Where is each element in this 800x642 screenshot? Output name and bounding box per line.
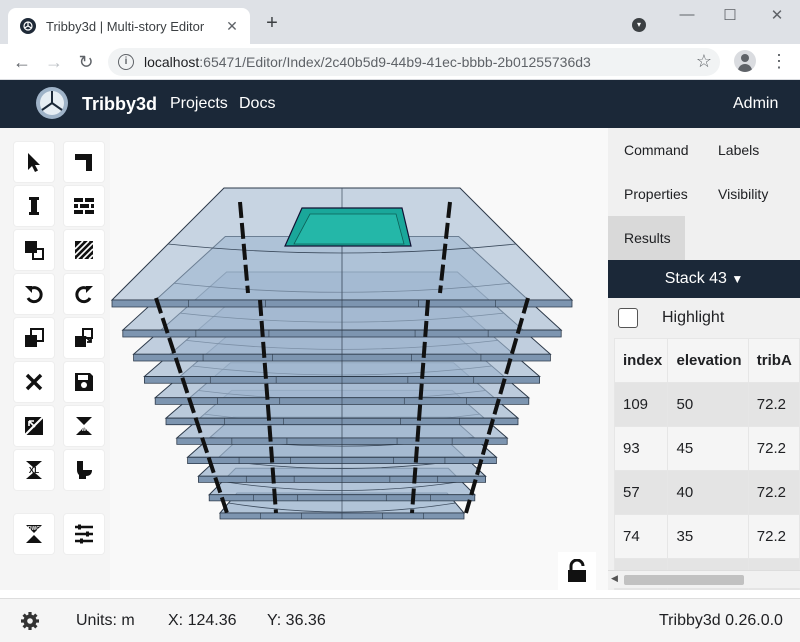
cell-elevation: 35 xyxy=(667,514,749,559)
hatch-icon[interactable] xyxy=(64,230,104,270)
column-header-elevation[interactable]: elevation xyxy=(667,338,749,383)
svg-text:DWG: DWG xyxy=(78,427,90,433)
table-row[interactable]: 57 40 72.2 xyxy=(613,470,800,515)
scrollbar-thumb[interactable] xyxy=(624,575,744,585)
redo-icon[interactable] xyxy=(64,274,104,314)
column-header-index[interactable]: index xyxy=(613,338,669,383)
highlight-toggle[interactable]: Highlight xyxy=(618,308,724,328)
3d-viewport[interactable] xyxy=(110,128,608,590)
caret-down-icon: ▼ xyxy=(731,272,744,286)
tab-search-icon[interactable]: ▾ xyxy=(632,18,646,32)
status-bar: Units: m X: 124.36 Y: 36.36 Tribby3d 0.2… xyxy=(0,598,800,642)
copy-icon[interactable] xyxy=(14,318,54,358)
view-lock-icon[interactable] xyxy=(558,552,596,590)
results-panel: Command Labels Properties Visibility Res… xyxy=(608,128,800,590)
cell-elevation: 45 xyxy=(667,426,749,471)
gear-icon[interactable] xyxy=(20,611,40,631)
version-label: Tribby3d 0.26.0.0 xyxy=(659,612,783,629)
tribby-logo-icon[interactable] xyxy=(34,85,70,121)
url-path: :65471/Editor/Index/2c40b5d9-44b9-41ec-b… xyxy=(199,54,591,70)
back-icon[interactable]: ← xyxy=(10,50,34,74)
svg-text:XL: XL xyxy=(29,466,39,475)
stack-label: Stack 43 xyxy=(664,270,727,287)
browser-tabbar: Tribby3d | Multi-story Editor ✕ + ▾ — ☐ … xyxy=(0,0,800,44)
address-bar[interactable]: i localhost:65471/Editor/Index/2c40b5d9-… xyxy=(108,48,720,76)
reload-icon[interactable]: ↻ xyxy=(74,50,98,74)
building-model[interactable] xyxy=(110,128,608,590)
table-row[interactable]: 109 50 72.2 xyxy=(613,382,800,427)
tab-title: Tribby3d | Multi-story Editor xyxy=(46,18,205,34)
brand-name[interactable]: Tribby3d xyxy=(82,94,157,115)
cell-index: 93 xyxy=(613,426,669,471)
cell-index: 74 xyxy=(613,514,669,559)
column-header-trib-area[interactable]: tribA xyxy=(747,338,800,383)
cell-elevation: 40 xyxy=(667,470,749,515)
cell-trib-area: 72.2 xyxy=(747,382,800,427)
scroll-left-icon[interactable]: ◀ xyxy=(611,573,618,584)
browser-menu-icon[interactable]: ⋮ xyxy=(770,50,788,72)
nav-projects[interactable]: Projects xyxy=(170,95,228,113)
highlight-label: Highlight xyxy=(662,309,725,326)
tab-close-icon[interactable]: ✕ xyxy=(222,16,242,36)
cell-elevation: 50 xyxy=(667,382,749,427)
nav-docs[interactable]: Docs xyxy=(239,95,275,113)
cell-trib-area: 72.2 xyxy=(747,470,800,515)
new-tab-button[interactable]: + xyxy=(262,13,282,34)
site-info-icon[interactable]: i xyxy=(118,54,134,70)
slab-icon[interactable] xyxy=(14,230,54,270)
column-icon[interactable] xyxy=(14,186,54,226)
results-table: index elevation tribA 109 50 72.2 93 45 72.2… xyxy=(613,338,800,590)
tab-visibility[interactable]: Visibility xyxy=(702,172,800,216)
paste-icon[interactable] xyxy=(64,318,104,358)
table-row[interactable]: 93 45 72.2 xyxy=(613,426,800,471)
cell-trib-area: 72.2 xyxy=(747,514,800,559)
app-header: Tribby3d Projects Docs Admin xyxy=(0,80,800,128)
minimize-icon[interactable]: — xyxy=(677,6,697,23)
profile-avatar-icon[interactable] xyxy=(734,50,756,72)
tab-results[interactable]: Results xyxy=(608,216,685,260)
window-close-icon[interactable]: ✕ xyxy=(767,6,787,24)
stack-dropdown[interactable]: Stack 43 ▼ xyxy=(608,260,800,298)
browser-toolbar: ← → ↻ i localhost:65471/Editor/Index/2c4… xyxy=(0,44,800,80)
user-menu[interactable]: Admin xyxy=(733,95,778,113)
pointer-icon[interactable] xyxy=(14,142,54,182)
horizontal-scrollbar[interactable]: ◀ xyxy=(608,570,800,588)
svg-text:DWG: DWG xyxy=(28,526,40,532)
favicon-icon xyxy=(20,18,36,34)
settings-sliders-icon[interactable] xyxy=(64,514,104,554)
cell-index: 109 xyxy=(613,382,669,427)
tab-labels[interactable]: Labels xyxy=(702,128,800,172)
toilet-icon[interactable] xyxy=(64,450,104,490)
export-dwg-icon[interactable]: DWG xyxy=(64,406,104,446)
browser-tab[interactable]: Tribby3d | Multi-story Editor ✕ xyxy=(8,8,250,44)
url-host: localhost xyxy=(144,54,200,70)
table-row[interactable]: 74 35 72.2 xyxy=(613,514,800,559)
cell-trib-area: 72.2 xyxy=(747,426,800,471)
tab-properties[interactable]: Properties xyxy=(608,172,702,216)
x-coordinate-readout: X: 124.36 xyxy=(168,612,237,629)
y-coordinate-readout: Y: 36.36 xyxy=(267,612,326,629)
delete-icon[interactable] xyxy=(14,362,54,402)
forward-icon[interactable]: → xyxy=(42,50,66,74)
corner-icon[interactable] xyxy=(64,142,104,182)
bookmark-star-icon[interactable]: ☆ xyxy=(696,51,712,72)
cell-index: 57 xyxy=(613,470,669,515)
highlight-checkbox[interactable] xyxy=(618,308,638,328)
save-icon[interactable] xyxy=(64,362,104,402)
import-dwg-icon[interactable]: DWG xyxy=(14,514,54,554)
units-readout: Units: m xyxy=(76,612,135,629)
core-opening-inner xyxy=(293,213,405,245)
wall-icon[interactable] xyxy=(64,186,104,226)
maximize-icon[interactable]: ☐ xyxy=(720,6,740,24)
export-xl-icon[interactable]: XL xyxy=(14,450,54,490)
tab-command[interactable]: Command xyxy=(608,128,702,172)
import-icon[interactable] xyxy=(14,406,54,446)
tool-palette: DWG XL DWG xyxy=(0,128,110,590)
undo-icon[interactable] xyxy=(14,274,54,314)
